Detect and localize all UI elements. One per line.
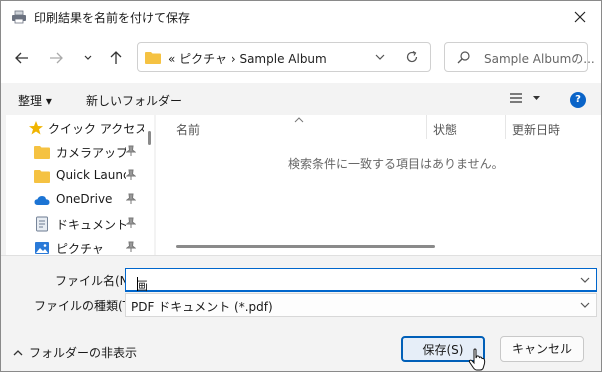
text-caret	[137, 277, 138, 291]
pin-icon	[126, 169, 136, 180]
organize-button[interactable]: 整理 ▾	[18, 92, 52, 109]
chevron-down-icon	[84, 55, 92, 60]
view-options-button[interactable]	[509, 91, 541, 108]
sidebar-item-camera-uploads[interactable]: カメラアップロー	[6, 141, 146, 163]
recent-locations-button[interactable]	[77, 47, 99, 69]
cloud-icon	[34, 196, 50, 205]
breadcrumb[interactable]: « ピクチャ › Sample Album	[168, 50, 327, 67]
filetype-value: PDF ドキュメント (*.pdf)	[131, 300, 273, 314]
arrow-left-icon	[15, 52, 28, 64]
search-icon	[457, 51, 470, 64]
chevron-down-icon	[580, 302, 590, 308]
chevron-down-icon[interactable]	[579, 274, 591, 286]
sidebar-item-documents[interactable]: ドキュメント	[6, 213, 146, 235]
address-bar[interactable]: « ピクチャ › Sample Album	[137, 42, 431, 72]
save-form: ファイル名(N): 画像 ファイルの種類(T): PDF ドキュメント (*.p…	[1, 255, 601, 371]
help-button[interactable]: ?	[570, 92, 586, 108]
navigation-bar: « ピクチャ › Sample Album Sample Albumの...	[1, 33, 601, 83]
close-icon	[574, 11, 586, 23]
sidebar-item-label: カメラアップロー	[56, 146, 126, 160]
empty-message: 検索条件に一致する項目はありません。	[288, 157, 504, 171]
save-dialog: 印刷結果を名前を付けて保存 « ピクチャ › Sample Album Samp…	[0, 0, 602, 372]
refresh-icon[interactable]	[405, 50, 419, 64]
sidebar-item-label: クイック アクセス	[48, 122, 144, 136]
title-bar: 印刷結果を名前を付けて保存	[1, 1, 601, 33]
pin-icon	[126, 241, 136, 252]
star-icon	[29, 121, 43, 135]
cancel-button[interactable]: キャンセル	[500, 336, 584, 362]
folder-icon	[145, 52, 161, 64]
sidebar-item-label: Quick Launcl	[56, 168, 126, 182]
sidebar-item-onedrive[interactable]: OneDrive	[6, 189, 146, 211]
column-header-name[interactable]: 名前	[176, 121, 200, 138]
filetype-label: ファイルの種類(T):	[34, 299, 139, 313]
arrow-right-icon	[50, 52, 63, 64]
close-button[interactable]	[565, 3, 595, 31]
document-icon	[36, 216, 48, 232]
hide-folders-button[interactable]: フォルダーの非表示	[13, 344, 137, 361]
sort-ascending-icon	[294, 117, 304, 123]
folder-icon	[34, 170, 50, 183]
chevron-down-icon[interactable]	[374, 51, 386, 63]
sidebar-scrollbar[interactable]	[148, 131, 151, 145]
forward-button[interactable]	[45, 47, 67, 69]
new-folder-button[interactable]: 新しいフォルダー	[86, 92, 182, 109]
pin-icon	[126, 145, 136, 156]
back-button[interactable]	[11, 47, 33, 69]
window-title: 印刷結果を名前を付けて保存	[34, 11, 191, 25]
printer-icon	[12, 10, 26, 24]
search-placeholder: Sample Albumの...	[484, 52, 595, 66]
folder-icon	[34, 146, 50, 159]
list-view-icon	[510, 93, 540, 103]
sidebar-item-quick-launch[interactable]: Quick Launcl	[6, 165, 146, 187]
file-list: 名前 状態 更新日時 検索条件に一致する項目はありません。	[156, 115, 601, 255]
navigation-pane: クイック アクセス カメラアップロー Quick Launcl OneDrive…	[6, 115, 154, 256]
filetype-select[interactable]: PDF ドキュメント (*.pdf)	[125, 293, 597, 317]
sidebar-item-label: OneDrive	[56, 192, 113, 206]
chevron-up-icon	[13, 350, 23, 356]
hide-folders-label: フォルダーの非表示	[29, 346, 138, 360]
up-button[interactable]	[105, 47, 127, 69]
command-bar: 整理 ▾ 新しいフォルダー ?	[1, 83, 601, 115]
horizontal-scrollbar[interactable]	[176, 245, 435, 248]
pin-icon	[126, 193, 136, 204]
pin-icon	[126, 217, 136, 228]
sidebar-item-label: ドキュメント	[56, 218, 126, 232]
column-divider	[505, 115, 506, 139]
column-divider	[426, 115, 427, 139]
mouse-pointer-icon	[468, 348, 486, 371]
pictures-icon	[35, 242, 49, 254]
filename-input[interactable]: 画像	[125, 268, 597, 310]
column-header-status[interactable]: 状態	[433, 121, 457, 138]
column-header-modified[interactable]: 更新日時	[512, 121, 560, 138]
search-box[interactable]: Sample Albumの...	[444, 42, 595, 72]
arrow-up-icon	[110, 51, 122, 64]
sidebar-item-quick-access[interactable]: クイック アクセス	[6, 117, 146, 139]
